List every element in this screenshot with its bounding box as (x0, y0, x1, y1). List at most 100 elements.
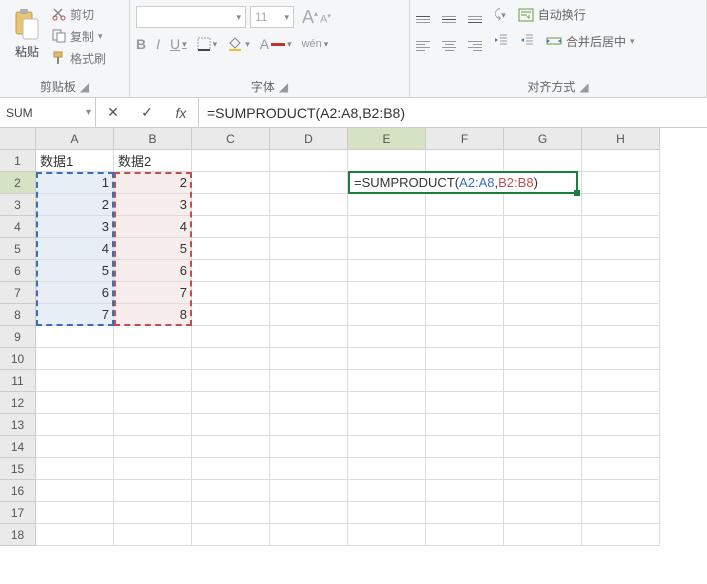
cell[interactable] (582, 326, 660, 348)
cell[interactable] (582, 502, 660, 524)
cell[interactable] (348, 150, 426, 172)
row-header[interactable]: 2 (0, 172, 36, 194)
cell[interactable] (270, 502, 348, 524)
font-name-select[interactable]: ▾ (136, 6, 246, 28)
cell[interactable] (426, 282, 504, 304)
cell[interactable] (192, 348, 270, 370)
bold-button[interactable]: B (136, 36, 146, 52)
cell[interactable] (192, 326, 270, 348)
cell[interactable]: 6 (114, 260, 192, 282)
row-header[interactable]: 4 (0, 216, 36, 238)
fill-handle[interactable] (574, 190, 580, 196)
grow-shrink-font[interactable]: A▴ A▾ (302, 7, 331, 28)
col-header[interactable]: C (192, 128, 270, 150)
dialog-launcher-icon[interactable]: ◢ (579, 80, 588, 94)
cells-area[interactable]: 数据1 数据2 1 2 2 3 3 4 4 5 (36, 150, 660, 546)
row-header[interactable]: 14 (0, 436, 36, 458)
cell[interactable] (114, 370, 192, 392)
col-header[interactable]: B (114, 128, 192, 150)
cell[interactable]: 7 (114, 282, 192, 304)
cell[interactable] (270, 414, 348, 436)
col-header[interactable]: G (504, 128, 582, 150)
cell[interactable] (582, 348, 660, 370)
cell[interactable] (114, 502, 192, 524)
row-header[interactable]: 16 (0, 480, 36, 502)
cell[interactable] (36, 370, 114, 392)
align-top-button[interactable] (416, 6, 430, 23)
cell[interactable] (192, 304, 270, 326)
name-box[interactable]: SUM ▾ (0, 98, 96, 127)
row-header[interactable]: 11 (0, 370, 36, 392)
cell[interactable] (426, 392, 504, 414)
merge-center-button[interactable]: 合并后居中 ▾ (546, 33, 635, 50)
cell[interactable] (36, 524, 114, 546)
cell[interactable] (504, 524, 582, 546)
row-header[interactable]: 6 (0, 260, 36, 282)
cell[interactable] (504, 326, 582, 348)
cell[interactable] (582, 480, 660, 502)
cell[interactable] (348, 326, 426, 348)
cell[interactable] (270, 370, 348, 392)
cell[interactable] (270, 172, 348, 194)
cell[interactable] (36, 480, 114, 502)
cell[interactable] (504, 370, 582, 392)
cell[interactable]: 6 (36, 282, 114, 304)
cell[interactable] (270, 436, 348, 458)
paste-button[interactable]: 粘贴 (6, 4, 48, 64)
cell[interactable] (348, 238, 426, 260)
cell[interactable] (504, 150, 582, 172)
cell[interactable] (270, 392, 348, 414)
cell[interactable] (192, 458, 270, 480)
row-header[interactable]: 1 (0, 150, 36, 172)
cell[interactable]: 2 (114, 172, 192, 194)
cell[interactable] (426, 480, 504, 502)
cell[interactable] (192, 436, 270, 458)
formula-input[interactable]: =SUMPRODUCT(A2:A8,B2:B8) (199, 98, 707, 127)
cell[interactable] (426, 502, 504, 524)
cell[interactable] (504, 260, 582, 282)
align-center-button[interactable] (442, 31, 456, 51)
cell[interactable] (582, 238, 660, 260)
cell[interactable] (114, 480, 192, 502)
row-header[interactable]: 10 (0, 348, 36, 370)
row-header[interactable]: 17 (0, 502, 36, 524)
cell[interactable] (270, 238, 348, 260)
cell[interactable] (192, 370, 270, 392)
cell[interactable]: 5 (114, 238, 192, 260)
italic-button[interactable]: I (156, 36, 160, 52)
phonetic-button[interactable]: wén ▾ (302, 38, 329, 50)
cell[interactable] (426, 458, 504, 480)
cell[interactable] (270, 216, 348, 238)
cell[interactable] (348, 436, 426, 458)
cell[interactable] (582, 194, 660, 216)
cell[interactable]: 5 (36, 260, 114, 282)
cell[interactable] (504, 194, 582, 216)
col-header[interactable]: A (36, 128, 114, 150)
cell[interactable] (114, 414, 192, 436)
decrease-indent-button[interactable] (494, 33, 508, 50)
cell[interactable] (348, 502, 426, 524)
cell[interactable] (582, 260, 660, 282)
select-all-corner[interactable] (0, 128, 36, 150)
increase-indent-button[interactable] (520, 33, 534, 50)
cell[interactable] (114, 392, 192, 414)
cell[interactable] (192, 524, 270, 546)
cell[interactable] (114, 326, 192, 348)
align-left-button[interactable] (416, 31, 430, 51)
col-header[interactable]: D (270, 128, 348, 150)
orientation-button[interactable]: ⤹▾ (494, 7, 506, 22)
cell[interactable] (348, 194, 426, 216)
align-right-button[interactable] (468, 31, 482, 51)
cell[interactable] (270, 282, 348, 304)
cell[interactable] (192, 238, 270, 260)
cell[interactable] (36, 458, 114, 480)
cell[interactable] (426, 348, 504, 370)
cell[interactable] (114, 458, 192, 480)
cell[interactable] (270, 458, 348, 480)
cell[interactable] (582, 150, 660, 172)
cell[interactable] (348, 414, 426, 436)
cancel-formula-button[interactable]: ✕ (96, 104, 130, 121)
cell[interactable] (426, 216, 504, 238)
cell[interactable] (348, 348, 426, 370)
cell[interactable] (36, 392, 114, 414)
